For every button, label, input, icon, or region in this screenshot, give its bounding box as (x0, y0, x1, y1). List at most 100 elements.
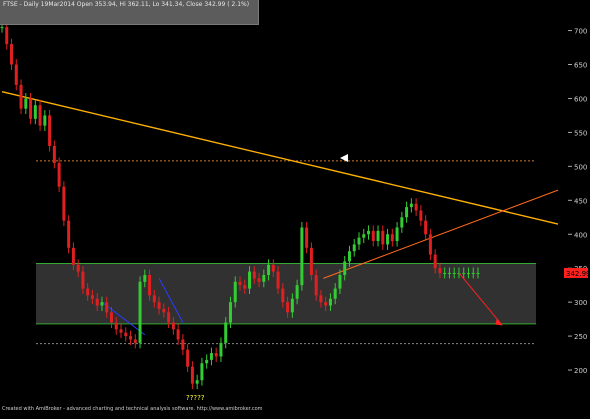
candle-body (352, 244, 356, 252)
y-tick-label: 600 (574, 95, 587, 103)
candle-body (86, 288, 90, 296)
candle-body (71, 247, 75, 265)
candle-body (195, 380, 199, 384)
candle-body (48, 115, 52, 146)
candle-body (162, 308, 166, 313)
candle-body (471, 272, 475, 274)
y-tick-label: 300 (574, 299, 587, 307)
candle-body (328, 298, 332, 306)
y-tick-label: 200 (574, 367, 587, 375)
resistance-trend-line (1, 90, 559, 225)
candle-body (476, 272, 480, 274)
candle-body (205, 359, 209, 364)
candle-body (395, 227, 399, 242)
last-price-label: 342.99 (566, 270, 590, 278)
y-tick-label: 650 (574, 62, 587, 70)
candle-body (309, 247, 313, 275)
candle-body (95, 298, 99, 306)
candle-body (214, 353, 218, 357)
candle-body (33, 105, 37, 119)
candle-body (124, 332, 128, 337)
candle-body (281, 288, 285, 303)
candle-body (462, 272, 466, 274)
candle-body (424, 220, 428, 235)
candle-body (67, 220, 71, 248)
candle-body (357, 237, 361, 245)
candle-body (5, 27, 9, 45)
candle-body (447, 272, 451, 274)
chart-header-caption: FTSE - Daily 19Mar2014 Open 353.94, Hi 3… (3, 1, 250, 8)
candle-body (286, 302, 290, 313)
candle-body (209, 353, 213, 360)
chart-header-box: FTSE - Daily 19Mar2014 Open 353.94, Hi 3… (0, 0, 259, 25)
y-tick-label: 400 (574, 231, 587, 239)
candle-body (190, 366, 194, 384)
candle-body (76, 264, 80, 272)
candle-body (428, 234, 432, 255)
candle-body (262, 274, 266, 282)
candle-body (305, 227, 309, 248)
candle-body (0, 27, 4, 29)
candle-body (267, 264, 271, 275)
y-tick-label: 250 (574, 333, 587, 341)
candle-body (14, 64, 18, 85)
candle-body (343, 261, 347, 275)
candle-body (233, 281, 237, 303)
candle-body (24, 98, 28, 109)
candle-body (376, 230, 380, 242)
y-tick-label: 550 (574, 129, 587, 137)
candle-body (114, 322, 118, 330)
candle-body (324, 302, 328, 306)
candle-body (171, 322, 175, 330)
candle-body (333, 288, 337, 299)
y-tick-label: 450 (574, 197, 587, 205)
candle-body (257, 278, 261, 282)
candle-body (381, 230, 385, 245)
candle-body (243, 285, 247, 289)
candle-body (452, 272, 456, 274)
candle-body (81, 271, 85, 289)
candle-body (276, 271, 280, 289)
candle-body (38, 105, 42, 126)
candle-body (367, 230, 371, 235)
candle-body (347, 251, 351, 262)
candle-body (138, 281, 142, 343)
candle-body (157, 302, 161, 309)
candle-body (105, 302, 109, 313)
candle-body (119, 329, 123, 333)
candle-body (228, 302, 232, 323)
candle-body (466, 272, 470, 274)
candle-body (152, 295, 156, 303)
candle-body (371, 230, 375, 242)
candle-body (405, 207, 409, 218)
candle-body (252, 271, 256, 279)
candle-body (129, 336, 133, 340)
candle-body (29, 98, 33, 119)
candle-body (57, 162, 61, 187)
candle-body (238, 281, 242, 286)
candle-body (143, 274, 147, 282)
chart-footer-caption: Created with AmiBroker - advanced charti… (2, 406, 263, 412)
candle-body (433, 254, 437, 269)
candle-body (386, 234, 390, 245)
candle-body (90, 295, 94, 299)
candle-body (200, 363, 204, 381)
candle-body (133, 339, 137, 343)
candle-body (224, 322, 228, 343)
candle-body (186, 349, 190, 367)
y-tick-label: 500 (574, 163, 587, 171)
candle-body (290, 298, 294, 313)
candle-body (10, 44, 14, 65)
candle-body (100, 302, 104, 306)
candle-body (443, 272, 447, 274)
candle-body (176, 329, 180, 340)
candle-body (271, 264, 275, 272)
candle-body (19, 84, 23, 109)
candle-body (167, 312, 171, 323)
candle-body (419, 210, 423, 221)
candle-body (314, 274, 318, 296)
candle-body (409, 203, 413, 208)
chart-area: 200250300350400450500550600650700342.99?… (0, 0, 590, 415)
question-marks-label: ????? (186, 394, 205, 402)
candle-body (43, 115, 47, 126)
